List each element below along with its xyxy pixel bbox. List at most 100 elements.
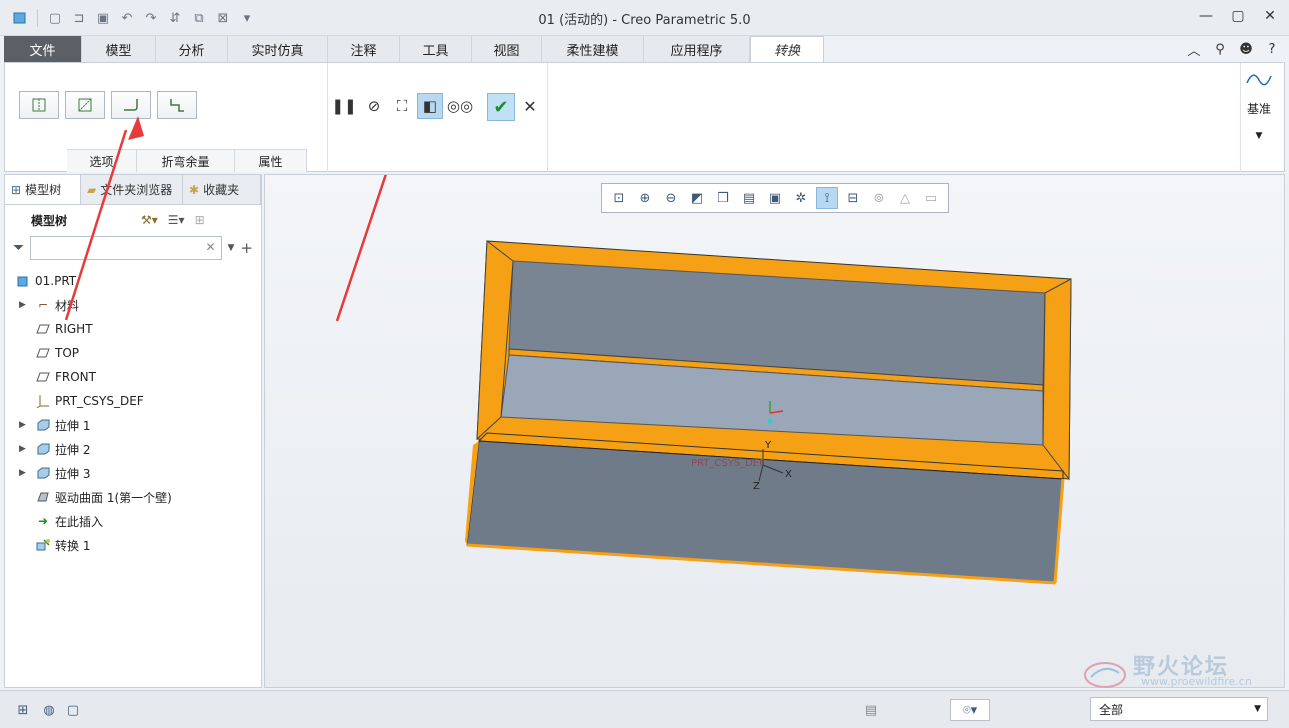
show-list-icon[interactable]: ☰▾ (168, 213, 185, 227)
forum-watermark: 野火论坛 www.proewildfire.cn (1081, 655, 1286, 689)
extrude-icon (35, 466, 51, 480)
datum-dropdown-icon[interactable]: ▼ (1242, 131, 1276, 141)
tab-file[interactable]: 文件 (4, 36, 82, 62)
clear-icon[interactable]: ✕ (205, 240, 215, 254)
subtab-bend-allowance[interactable]: 折弯余量 (137, 149, 235, 172)
full-screen-icon[interactable]: ▢ (62, 699, 84, 721)
tree-node-material[interactable]: ▶ ⌐ 材料 (5, 293, 261, 317)
extrude-icon (35, 442, 51, 456)
collapse-ribbon-icon[interactable]: ︿ (1185, 40, 1203, 59)
tab-analysis[interactable]: 分析 (156, 36, 228, 62)
add-filter-icon[interactable]: + (240, 239, 253, 257)
tab-annotate[interactable]: 注释 (328, 36, 400, 62)
maximize-icon[interactable]: ▢ (1227, 6, 1249, 26)
expand-arrow-icon[interactable]: ▶ (19, 468, 26, 478)
driving-surface-icon (35, 490, 51, 504)
verify-icon[interactable]: ◧ (417, 93, 443, 119)
selection-filter-value: 全部 (1099, 702, 1124, 717)
tree-node-extrude-2[interactable]: ▶ 拉伸 2 (5, 437, 261, 461)
preview-icon[interactable]: ⛶ (389, 93, 415, 119)
help-icon[interactable]: ? (1263, 40, 1281, 58)
tab-tools[interactable]: 工具 (400, 36, 472, 62)
confirm-check-icon[interactable]: ✔ (487, 93, 515, 121)
edge-rip-button[interactable] (65, 91, 105, 119)
show-navigator-icon[interactable]: ⊞ (12, 699, 34, 721)
selection-filter[interactable]: 全部 ▼ (1090, 697, 1268, 721)
datum-plane-icon (35, 322, 51, 336)
no-preview-icon[interactable]: ⊘ (361, 93, 387, 119)
window-controls: — ▢ ✕ (1195, 6, 1281, 26)
window-title: 01 (活动的) - Creo Parametric 5.0 (538, 13, 751, 28)
model-tree-icon: ⊞ (11, 182, 22, 197)
tree-node-part[interactable]: 01.PRT (5, 269, 261, 293)
watermark-logo-icon (1084, 662, 1126, 688)
filter-icon[interactable]: ⏷ (13, 240, 24, 256)
tree-node-extrude-1[interactable]: ▶ 拉伸 1 (5, 413, 261, 437)
tree-node-label: 拉伸 1 (55, 418, 91, 433)
csys-axis-z-label: Z (753, 481, 760, 492)
tree-columns-icon[interactable]: ⊞ (195, 213, 205, 227)
expand-arrow-icon[interactable]: ▶ (19, 300, 26, 310)
tree-node-csys[interactable]: PRT_CSYS_DEF (5, 389, 261, 413)
tree-node-driving-surface[interactable]: 驱动曲面 1(第一个壁) (5, 485, 261, 509)
csys-axis-x-label: X (785, 469, 792, 480)
settings-tools-icon[interactable]: ⚒▾ (141, 213, 158, 227)
edge-rip-icon (78, 98, 92, 112)
csys-label: PRT_CSYS_DEF (691, 458, 765, 469)
tree-node-right[interactable]: RIGHT (5, 317, 261, 341)
find-icon[interactable]: ⌾▾ (950, 699, 990, 721)
tree-node-label: PRT_CSYS_DEF (55, 394, 144, 408)
chevron-down-icon: ▼ (1254, 704, 1261, 714)
tab-label: 模型树 (25, 183, 62, 197)
tab-applications[interactable]: 应用程序 (644, 36, 750, 62)
minimize-icon[interactable]: — (1195, 6, 1217, 26)
datum-plane-icon (35, 346, 51, 360)
community-icon[interactable]: ☻ (1237, 40, 1255, 58)
title-bar: ▢ ⊐ ▣ ↶ ↷ ⇵ ⧉ ⊠ ▾ 01 (活动的) - Creo Parame… (0, 0, 1289, 36)
tab-model[interactable]: 模型 (82, 36, 156, 62)
pause-icon[interactable]: ❚❚ (331, 93, 357, 119)
annotation-arrow-shaft (64, 129, 128, 321)
ribbon-tabs: 文件 模型 分析 实时仿真 注释 工具 视图 柔性建模 应用程序 转换 (4, 36, 824, 62)
rip-button[interactable] (19, 91, 59, 119)
tab-favorites[interactable]: ✱ 收藏夹 (183, 175, 261, 204)
cancel-x-icon[interactable]: ✕ (517, 93, 543, 119)
tree-node-label: FRONT (55, 370, 96, 384)
expand-arrow-icon[interactable]: ▶ (19, 420, 26, 430)
tree-node-insert-here[interactable]: ➜ 在此插入 (5, 509, 261, 533)
ribbon-right-controls: ︿ ⚲ ☻ ? (1185, 40, 1281, 59)
printer-icon[interactable]: ▤ (860, 699, 882, 721)
dropdown-icon[interactable]: ▼ (228, 243, 235, 253)
ribbon-divider (1240, 63, 1241, 172)
panel-tabs: ⊞ 模型树 ▰ 文件夹浏览器 ✱ 收藏夹 (5, 175, 261, 205)
tab-conversion[interactable]: 转换 (750, 36, 824, 62)
tab-flexible-modeling[interactable]: 柔性建模 (542, 36, 644, 62)
model-tree-panel: ⊞ 模型树 ▰ 文件夹浏览器 ✱ 收藏夹 模型树 ⚒▾ ☰▾ ⊞ ⏷ ✕ ▼ +… (4, 174, 262, 688)
search-icon[interactable]: ⚲ (1211, 40, 1229, 58)
tree-node-conversion[interactable]: 转换 1 (5, 533, 261, 557)
expand-arrow-icon[interactable]: ▶ (19, 444, 26, 454)
close-icon[interactable]: ✕ (1259, 6, 1281, 26)
tab-view[interactable]: 视图 (472, 36, 542, 62)
csys-icon (35, 394, 51, 408)
subtab-properties[interactable]: 属性 (235, 149, 307, 172)
part-icon (15, 274, 31, 288)
csys-z-point (767, 418, 773, 424)
material-icon: ⌐ (37, 298, 49, 312)
graphics-viewport[interactable]: ⊡ ⊕ ⊖ ◩ ❒ ▤ ▣ ✲ ⟟ ⊟ ⊚ △ ▭ PRT_CSYS_DEF Y… (264, 174, 1285, 688)
tab-simulation[interactable]: 实时仿真 (228, 36, 328, 62)
browser-icon[interactable]: ◍ (38, 699, 60, 721)
extrude-icon (35, 418, 51, 432)
tree-node-extrude-3[interactable]: ▶ 拉伸 3 (5, 461, 261, 485)
tab-label: 收藏夹 (203, 183, 240, 197)
datum-curve-icon (1246, 74, 1272, 86)
bend-button[interactable] (157, 91, 197, 119)
tree-node-front[interactable]: FRONT (5, 365, 261, 389)
tree-node-top[interactable]: TOP (5, 341, 261, 365)
datum-group[interactable]: 基准 ▼ (1242, 67, 1276, 141)
model-right-bevel (1042, 278, 1072, 481)
glasses-icon[interactable]: ◎◎ (447, 93, 473, 119)
tree-node-label: 拉伸 3 (55, 466, 91, 481)
model-tree: 01.PRT ▶ ⌐ 材料 RIGHT TOP FRONT PRT_CSYS_D… (5, 269, 261, 557)
tree-filter: ⏷ ✕ ▼ + (13, 235, 253, 261)
